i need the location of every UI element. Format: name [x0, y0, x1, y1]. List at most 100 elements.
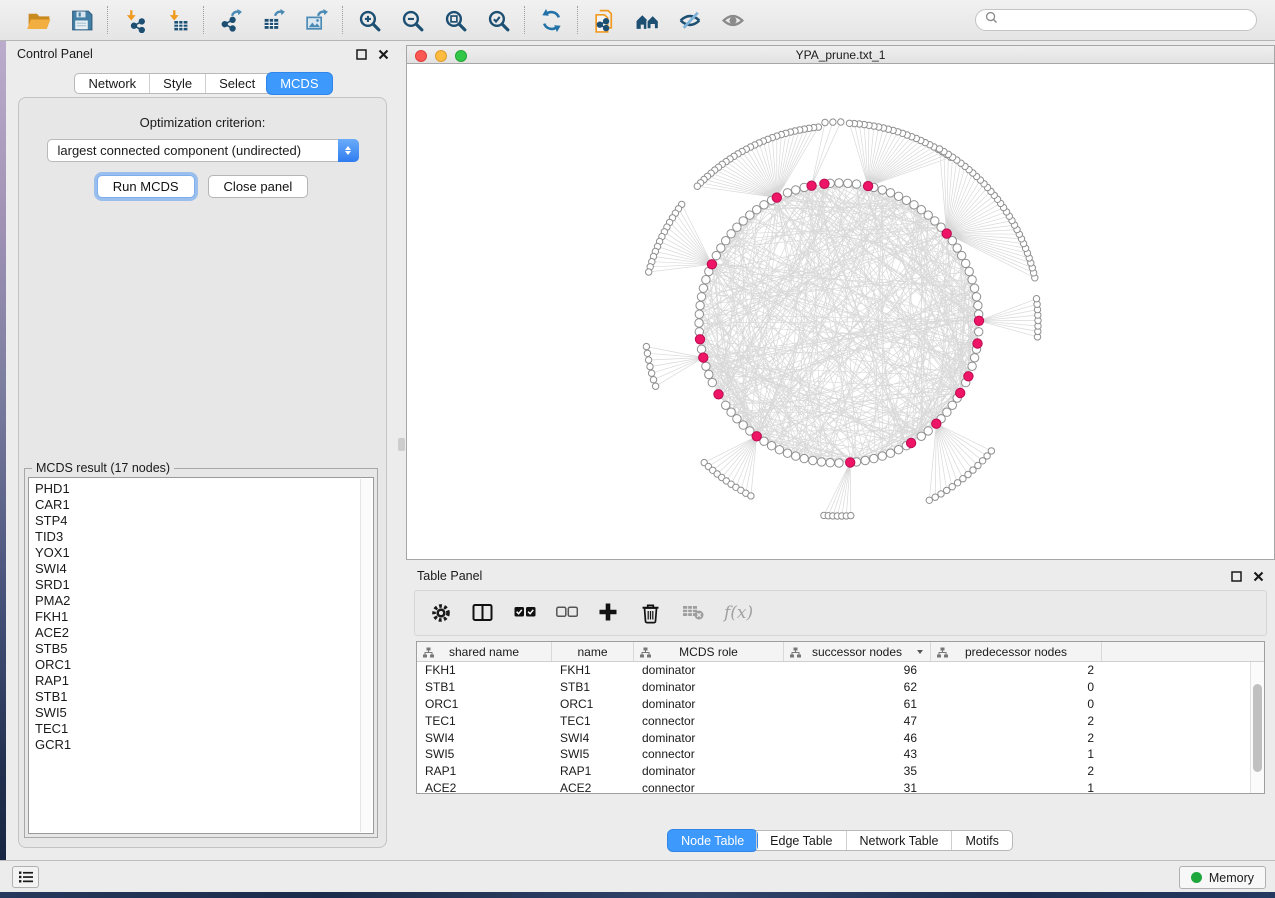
leaf-node[interactable] [1033, 296, 1039, 302]
mcds-result-item[interactable]: ACE2 [35, 625, 373, 641]
table-settings-icon[interactable] [430, 601, 452, 625]
mcds-result-item[interactable]: SRD1 [35, 577, 373, 593]
split-columns-icon[interactable] [472, 601, 494, 625]
ring-node[interactable] [878, 452, 886, 460]
mcds-result-item[interactable]: PMA2 [35, 593, 373, 609]
criterion-dropdown[interactable]: largest connected component (undirected) [47, 139, 359, 162]
mcds-node[interactable] [973, 339, 982, 348]
column-header-shared-name[interactable]: shared name [417, 642, 552, 661]
list-scrollbar[interactable] [360, 479, 372, 832]
ring-node[interactable] [970, 354, 978, 362]
ring-node[interactable] [817, 458, 825, 466]
mcds-node[interactable] [772, 193, 781, 202]
table-row[interactable]: SWI5SWI5connector431 [417, 746, 1250, 763]
ring-node[interactable] [702, 276, 710, 284]
column-header-name[interactable]: name [552, 642, 634, 661]
table-row[interactable]: SWI4SWI4dominator462 [417, 729, 1250, 746]
mcds-node[interactable] [974, 316, 983, 325]
ring-node[interactable] [844, 179, 852, 187]
vertical-splitter-handle[interactable] [398, 438, 405, 451]
mcds-node[interactable] [752, 432, 761, 441]
ring-node[interactable] [974, 301, 982, 309]
ring-node[interactable] [733, 415, 741, 423]
column-header-successor-nodes[interactable]: successor nodes [784, 642, 931, 661]
export-table-icon[interactable] [260, 7, 286, 33]
tab-select[interactable]: Select [205, 74, 268, 93]
mcds-node[interactable] [699, 353, 708, 362]
float-panel-icon[interactable] [356, 49, 367, 60]
open-file-icon[interactable] [25, 7, 51, 33]
save-session-icon[interactable] [68, 7, 94, 33]
leaf-node[interactable] [838, 119, 844, 125]
table-row[interactable]: RAP1RAP1dominator352 [417, 763, 1250, 780]
mcds-node[interactable] [714, 390, 723, 399]
ring-node[interactable] [910, 201, 918, 209]
ring-node[interactable] [712, 251, 720, 259]
apply-layout-icon[interactable] [538, 7, 564, 33]
ring-node[interactable] [695, 310, 703, 318]
close-panel-button[interactable]: Close panel [208, 175, 309, 198]
hide-details-icon[interactable] [677, 7, 703, 33]
ring-node[interactable] [792, 186, 800, 194]
ring-node[interactable] [924, 427, 932, 435]
table-row[interactable]: FKH1FKH1dominator962 [417, 662, 1250, 679]
network-from-file-icon[interactable] [591, 7, 617, 33]
ring-node[interactable] [826, 459, 834, 467]
leaf-node[interactable] [644, 350, 650, 356]
close-window-icon[interactable] [415, 50, 427, 62]
run-mcds-button[interactable]: Run MCDS [97, 175, 195, 198]
ring-node[interactable] [870, 454, 878, 462]
ring-node[interactable] [705, 370, 713, 378]
leaf-node[interactable] [646, 269, 652, 275]
ring-node[interactable] [962, 259, 970, 267]
homes-icon[interactable] [634, 7, 660, 33]
ring-node[interactable] [702, 362, 710, 370]
ring-node[interactable] [861, 456, 869, 464]
delete-column-icon[interactable] [640, 601, 662, 625]
mcds-node[interactable] [807, 181, 816, 190]
ring-node[interactable] [953, 244, 961, 252]
tab-network[interactable]: Network [75, 74, 149, 93]
ring-node[interactable] [708, 378, 716, 386]
ring-node[interactable] [809, 456, 817, 464]
ring-node[interactable] [800, 454, 808, 462]
ring-node[interactable] [792, 452, 800, 460]
ring-node[interactable] [958, 251, 966, 259]
maximize-window-icon[interactable] [455, 50, 467, 62]
column-menu-chevron-icon[interactable] [917, 650, 923, 654]
ring-node[interactable] [835, 459, 843, 467]
ring-node[interactable] [717, 244, 725, 252]
ring-node[interactable] [783, 189, 791, 197]
network-canvas[interactable] [406, 64, 1275, 560]
mcds-result-item[interactable]: SWI5 [35, 705, 373, 721]
ring-node[interactable] [835, 179, 843, 187]
leaf-node[interactable] [748, 493, 754, 499]
leaf-node[interactable] [650, 377, 656, 383]
mcds-result-item[interactable]: STB1 [35, 689, 373, 705]
export-network-icon[interactable] [217, 7, 243, 33]
mcds-result-item[interactable]: STP4 [35, 513, 373, 529]
table-tab-edge-table[interactable]: Edge Table [756, 831, 845, 850]
table-tab-motifs[interactable]: Motifs [951, 831, 1011, 850]
leaf-node[interactable] [648, 370, 654, 376]
leaf-node[interactable] [647, 363, 653, 369]
deselect-all-icon[interactable] [556, 601, 578, 625]
ring-node[interactable] [894, 192, 902, 200]
zoom-in-icon[interactable] [356, 7, 382, 33]
ring-node[interactable] [852, 180, 860, 188]
leaf-node[interactable] [652, 383, 658, 389]
export-image-icon[interactable] [303, 7, 329, 33]
ring-node[interactable] [894, 446, 902, 454]
ring-node[interactable] [965, 267, 973, 275]
import-network-icon[interactable] [121, 7, 147, 33]
ring-node[interactable] [886, 449, 894, 457]
close-table-panel-icon[interactable] [1253, 571, 1264, 582]
ring-node[interactable] [975, 328, 983, 336]
minimize-window-icon[interactable] [435, 50, 447, 62]
show-panels-button[interactable] [12, 866, 39, 888]
mcds-node[interactable] [820, 179, 829, 188]
table-row[interactable]: ORC1ORC1dominator610 [417, 696, 1250, 713]
mcds-result-item[interactable]: TEC1 [35, 721, 373, 737]
ring-node[interactable] [878, 186, 886, 194]
table-row[interactable]: TEC1TEC1connector472 [417, 712, 1250, 729]
